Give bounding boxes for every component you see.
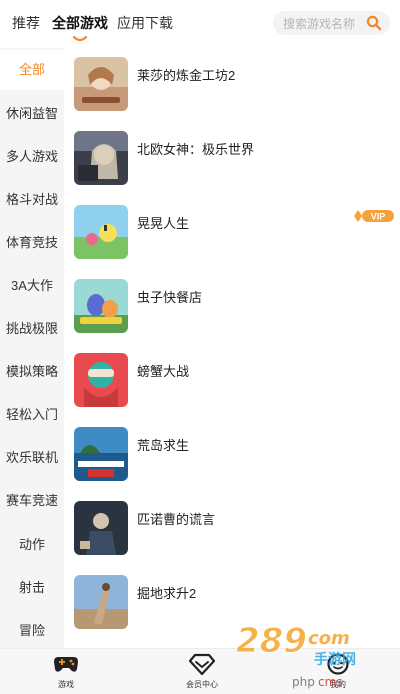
list-item[interactable]: 掘地求升2 <box>64 568 400 638</box>
category-sidebar: 全部 休闲益智 多人游戏 格斗对战 体育竞技 3A大作 挑战极限 模拟策略 轻松… <box>0 48 64 648</box>
game-name: 北欧女神：极乐世界 <box>137 142 255 157</box>
game-name: 掘地求升2 <box>137 586 197 601</box>
sidebar-item-racing[interactable]: 赛车竞速 <box>0 481 64 521</box>
tab-all-games[interactable]: 全部游戏 <box>52 13 108 42</box>
nav-mine[interactable]: 我的 <box>303 653 373 690</box>
game-name: 虫子快餐店 <box>137 290 203 305</box>
list-item[interactable]: 晃晃人生 VIP <box>64 198 400 268</box>
game-cover-image <box>74 575 128 629</box>
vip-badge-icon: VIP <box>354 210 394 222</box>
game-name: 荒岛求生 <box>137 438 190 453</box>
search-icon[interactable] <box>366 15 382 31</box>
game-list: 莱莎的炼金工坊2 北欧女神：极乐世界 晃晃人生 VIP 虫子快餐店 螃蟹大战 荒… <box>64 48 400 648</box>
sidebar-item-3a[interactable]: 3A大作 <box>0 266 64 306</box>
sidebar-item-simulation[interactable]: 模拟策略 <box>0 352 64 392</box>
game-cover-image <box>74 57 128 111</box>
sidebar-item-shooting[interactable]: 射击 <box>0 568 64 608</box>
sidebar-item-fighting[interactable]: 格斗对战 <box>0 180 64 220</box>
tab-active-indicator <box>73 36 87 42</box>
list-item[interactable]: 荒岛求生 <box>64 420 400 490</box>
list-item[interactable]: 螃蟹大战 <box>64 346 400 416</box>
list-item[interactable]: 虫子快餐店 <box>64 272 400 342</box>
game-cover-image <box>74 279 128 333</box>
game-cover-image <box>74 131 128 185</box>
sidebar-item-action[interactable]: 动作 <box>0 525 64 565</box>
face-icon <box>327 653 349 675</box>
sidebar-item-extreme[interactable]: 挑战极限 <box>0 309 64 349</box>
diamond-icon <box>189 653 215 675</box>
game-name: 螃蟹大战 <box>137 364 190 379</box>
sidebar-item-multiplayer[interactable]: 多人游戏 <box>0 137 64 177</box>
sidebar-item-easy[interactable]: 轻松入门 <box>0 395 64 435</box>
tab-all-games-label: 全部游戏 <box>52 15 108 31</box>
gamepad-icon <box>54 657 78 672</box>
nav-games[interactable]: 游戏 <box>31 653 101 690</box>
game-name: 莱莎的炼金工坊2 <box>137 68 236 83</box>
sidebar-item-online[interactable]: 欢乐联机 <box>0 438 64 478</box>
bottom-nav: 游戏 会员中心 我的 <box>0 648 400 694</box>
list-item[interactable]: 莱莎的炼金工坊2 <box>64 50 400 120</box>
game-name: 晃晃人生 <box>137 216 190 231</box>
search-input[interactable]: 搜索游戏名称 <box>273 11 390 35</box>
vip-badge-label: VIP <box>371 212 386 222</box>
sidebar-item-adventure[interactable]: 冒险 <box>0 611 64 651</box>
list-item[interactable]: 匹诺曹的谎言 <box>64 494 400 564</box>
list-item[interactable]: 北欧女神：极乐世界 <box>64 124 400 194</box>
game-cover-image <box>74 205 128 259</box>
sidebar-item-sports[interactable]: 体育竞技 <box>0 223 64 263</box>
nav-mine-label: 我的 <box>330 680 346 689</box>
tab-app-download[interactable]: 应用下载 <box>117 13 173 33</box>
tab-recommend[interactable]: 推荐 <box>12 13 40 33</box>
game-name: 匹诺曹的谎言 <box>137 512 216 527</box>
sidebar-item-all[interactable]: 全部 <box>0 50 64 90</box>
sidebar-item-casual-puzzle[interactable]: 休闲益智 <box>0 94 64 134</box>
nav-member-center[interactable]: 会员中心 <box>167 653 237 690</box>
nav-member-center-label: 会员中心 <box>186 680 218 689</box>
nav-games-label: 游戏 <box>58 680 74 689</box>
game-cover-image <box>74 427 128 481</box>
game-cover-image <box>74 501 128 555</box>
search-placeholder: 搜索游戏名称 <box>283 17 356 31</box>
top-tab-bar: 推荐 全部游戏 应用下载 搜索游戏名称 <box>0 0 400 46</box>
game-cover-image <box>74 353 128 407</box>
